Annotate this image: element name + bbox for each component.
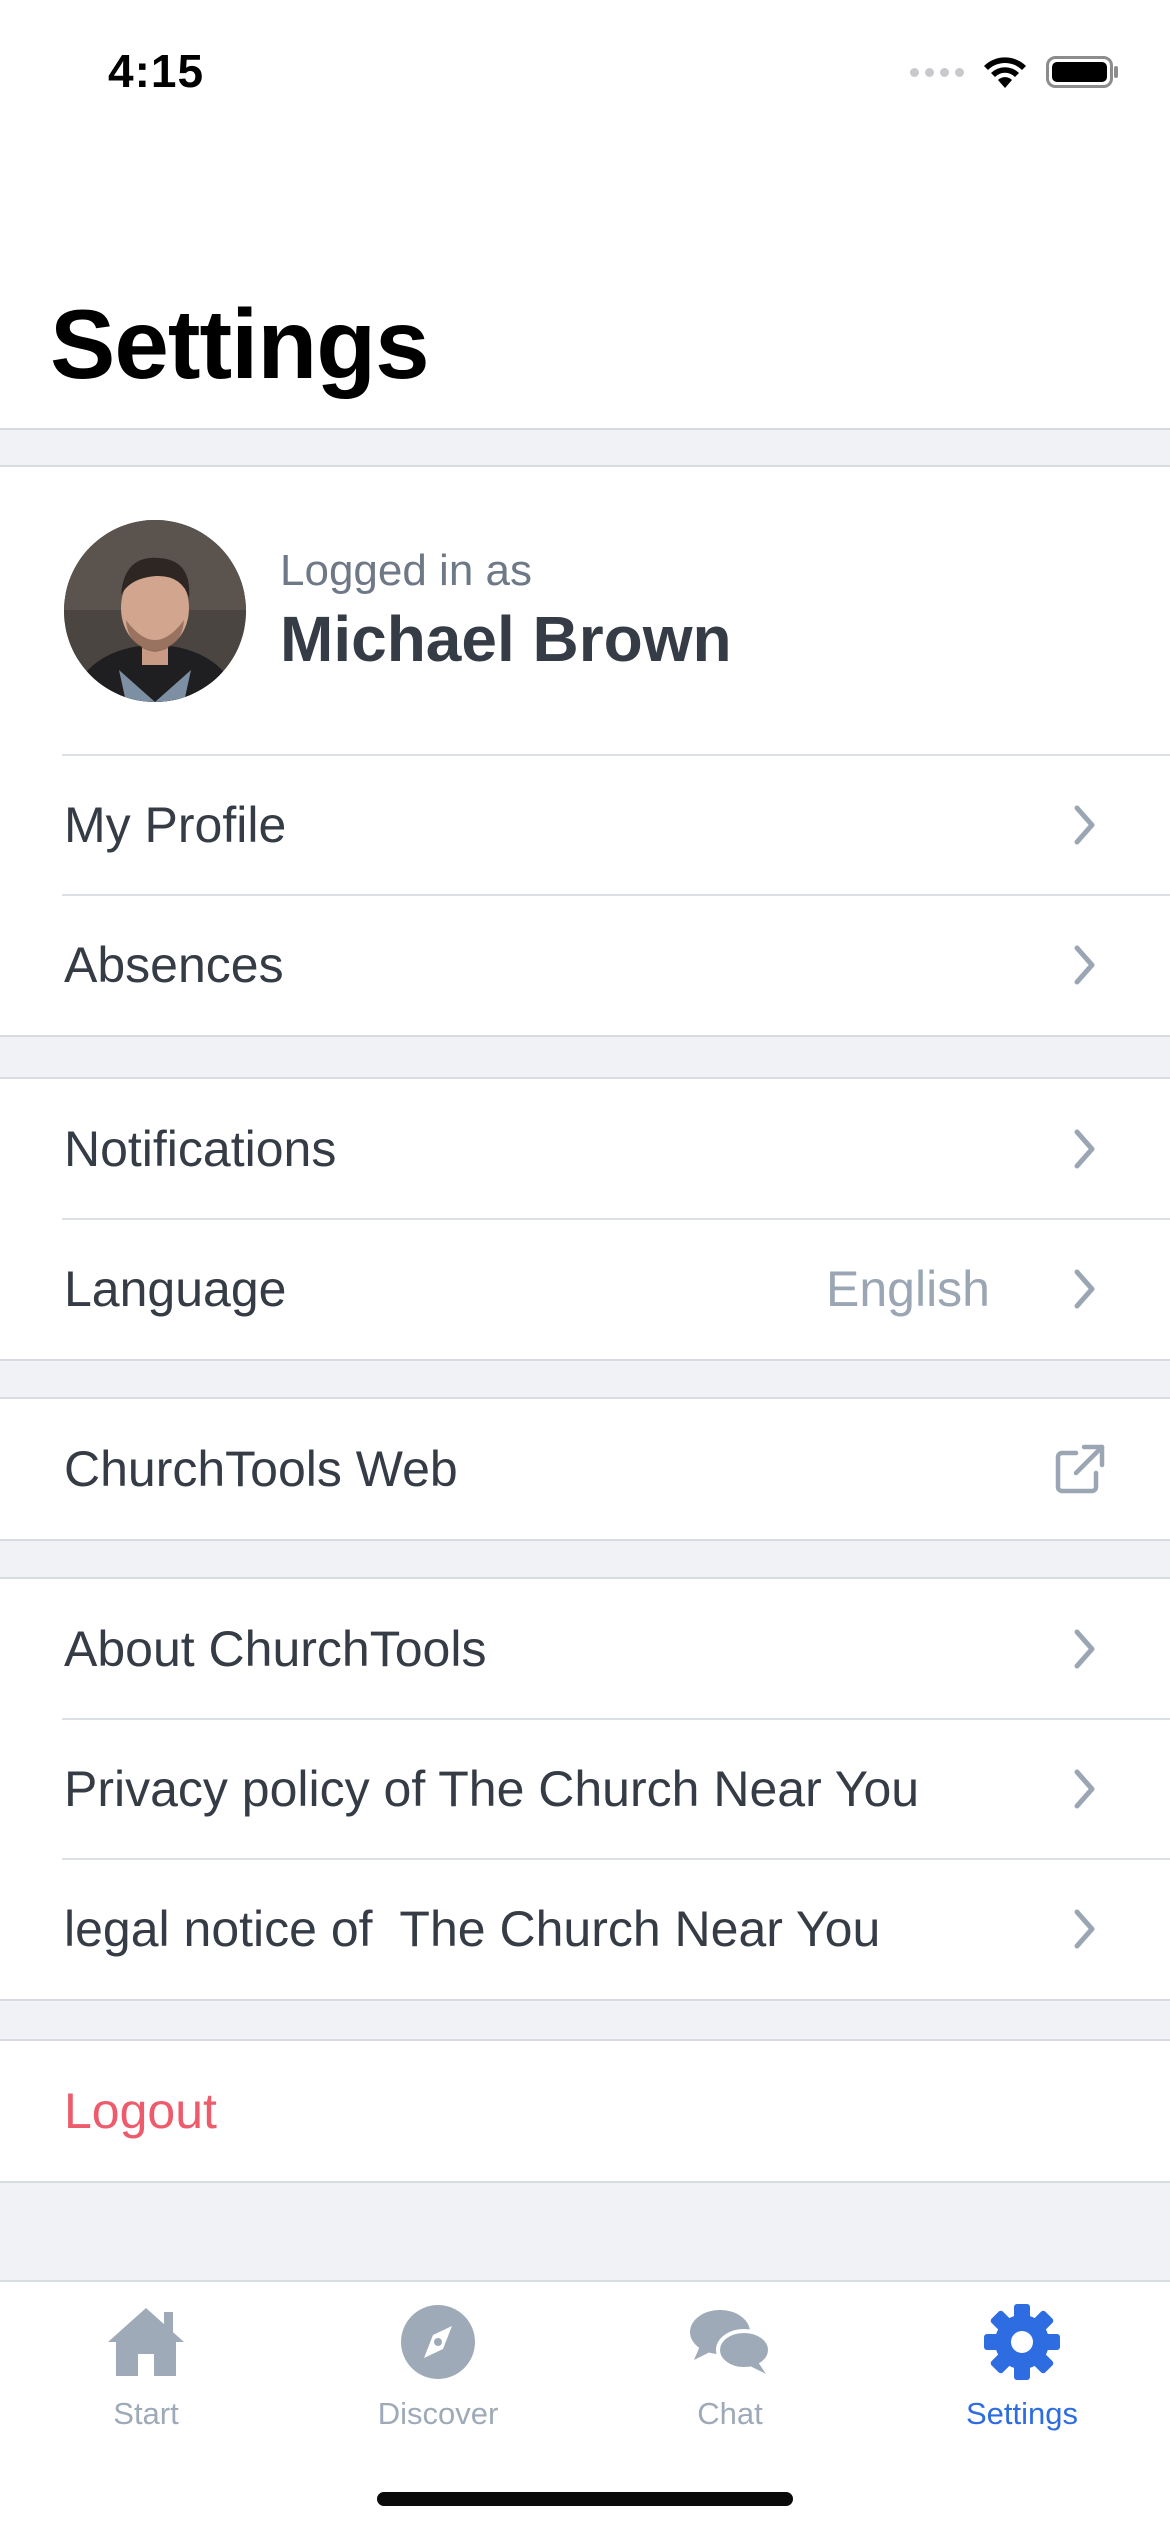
gear-icon [984, 2304, 1060, 2380]
preferences-section: Notifications Language English [0, 1077, 1170, 1361]
compass-icon [401, 2305, 475, 2379]
chevron-right-icon [1074, 1769, 1095, 1809]
user-name: Michael Brown [280, 603, 732, 675]
tab-start[interactable]: Start [46, 2302, 246, 2442]
absences-row[interactable]: Absences [0, 894, 1170, 1035]
status-bar: 4:15 [0, 0, 1170, 150]
profile-text: Logged in as Michael Brown [280, 546, 732, 676]
profile-card: Logged in as Michael Brown [0, 467, 1170, 755]
wifi-icon [984, 57, 1026, 88]
tab-chat[interactable]: Chat [630, 2302, 830, 2442]
status-time: 4:15 [108, 45, 205, 97]
web-section: ChurchTools Web [0, 1397, 1170, 1541]
notifications-row[interactable]: Notifications [0, 1079, 1170, 1219]
tab-chat-label: Chat [697, 2396, 763, 2431]
battery-icon [1046, 56, 1118, 88]
navigation-header: 4:15 Settings [0, 0, 1170, 430]
account-section: Logged in as Michael Brown My Profile Ab… [0, 465, 1170, 1037]
chevron-right-icon [1074, 945, 1095, 985]
logout-button[interactable]: Logout [0, 2041, 1170, 2181]
tab-settings-label: Settings [965, 2396, 1078, 2431]
churchtools-web-row[interactable]: ChurchTools Web [0, 1399, 1170, 1539]
logout-section: Logout [0, 2039, 1170, 2183]
chevron-right-icon [1074, 1129, 1095, 1169]
home-indicator[interactable] [377, 2492, 793, 2506]
legal-notice-label: legal notice of The Church Near You [64, 1901, 881, 1957]
logout-label: Logout [64, 2083, 217, 2139]
absences-label: Absences [64, 937, 284, 993]
chevron-right-icon [1074, 1629, 1095, 1669]
tab-discover[interactable]: Discover [338, 2302, 538, 2442]
page-title: Settings [50, 289, 430, 399]
user-avatar [64, 520, 246, 702]
tab-settings[interactable]: Settings [922, 2302, 1122, 2442]
tab-start-label: Start [113, 2396, 179, 2431]
chevron-right-icon [1074, 1269, 1095, 1309]
about-label: About ChurchTools [64, 1621, 487, 1677]
legal-notice-row[interactable]: legal notice of The Church Near You [0, 1858, 1170, 1999]
cellular-signal-icon [910, 67, 964, 77]
privacy-policy-row[interactable]: Privacy policy of The Church Near You [0, 1718, 1170, 1859]
home-icon [108, 2308, 184, 2376]
chevron-right-icon [1074, 1909, 1095, 1949]
tab-discover-label: Discover [377, 2396, 499, 2431]
external-link-icon [1055, 1444, 1105, 1494]
about-row[interactable]: About ChurchTools [0, 1579, 1170, 1719]
my-profile-label: My Profile [64, 797, 287, 853]
chat-bubbles-icon [690, 2310, 772, 2374]
my-profile-row[interactable]: My Profile [0, 754, 1170, 895]
logged-in-caption: Logged in as [280, 546, 532, 595]
language-value: English [826, 1261, 990, 1317]
status-icons [910, 54, 1120, 90]
churchtools-web-label: ChurchTools Web [64, 1441, 458, 1497]
language-row[interactable]: Language English [0, 1218, 1170, 1359]
info-section: About ChurchTools Privacy policy of The … [0, 1577, 1170, 2001]
chevron-right-icon [1074, 805, 1095, 845]
privacy-policy-label: Privacy policy of The Church Near You [64, 1761, 920, 1817]
notifications-label: Notifications [64, 1121, 337, 1177]
language-label: Language [64, 1261, 287, 1317]
